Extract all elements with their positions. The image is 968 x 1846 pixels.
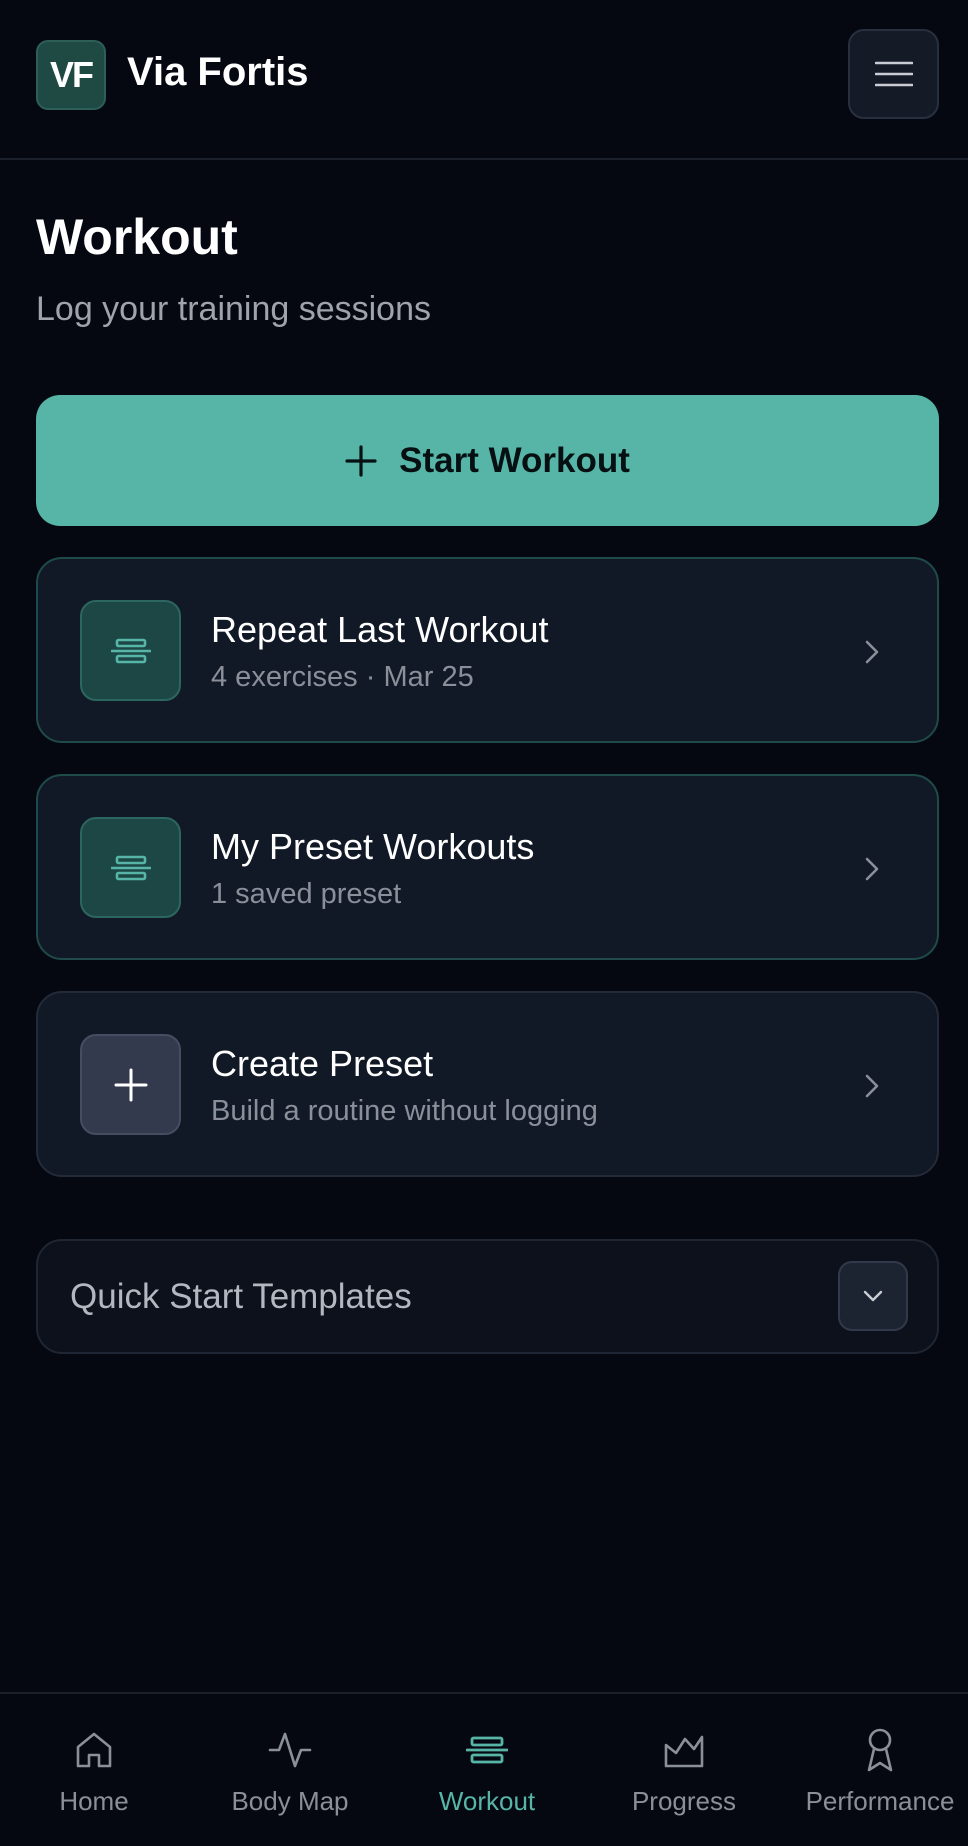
chevron-right-icon [857, 637, 887, 667]
card-title: Create Preset [211, 1043, 434, 1084]
expand-templates-button[interactable] [838, 1261, 908, 1331]
app-root: VF Via Fortis Workout Log your training … [0, 0, 968, 1846]
nav-item-home[interactable]: Home [4, 1726, 184, 1826]
logo-text: VF [49, 54, 94, 95]
chevron-right-icon [857, 854, 887, 884]
card-subtitle: 1 saved preset [211, 878, 402, 910]
chevron-down-icon [863, 1290, 883, 1302]
dumbbell-icon [110, 638, 151, 663]
nav-label: Workout [438, 1786, 536, 1816]
card-icon-box [80, 600, 181, 701]
start-workout-button[interactable]: Start Workout [36, 395, 939, 526]
repeat-last-workout-card[interactable]: Repeat Last Workout 4 exercises · Mar 25 [36, 557, 939, 743]
activity-icon [268, 1732, 312, 1768]
nav-item-progress[interactable]: Progress [594, 1726, 774, 1826]
top-bar: VF Via Fortis [0, 0, 968, 160]
menu-button[interactable] [848, 29, 939, 119]
dumbbell-icon [466, 1736, 508, 1764]
dumbbell-icon [110, 855, 151, 880]
home-icon [76, 1732, 112, 1768]
chevron-right-icon [857, 1071, 887, 1101]
page-title: Workout [36, 209, 238, 265]
start-workout-label: Start Workout [399, 440, 630, 480]
create-preset-card[interactable]: Create Preset Build a routine without lo… [36, 991, 939, 1177]
nav-label: Home [59, 1786, 129, 1816]
quick-start-templates-section[interactable]: Quick Start Templates [36, 1239, 939, 1354]
nav-item-workout[interactable]: Workout [397, 1726, 577, 1826]
plus-icon [345, 444, 377, 477]
nav-label: Progress [631, 1786, 737, 1816]
card-icon-box [80, 1034, 181, 1135]
card-subtitle: 4 exercises · Mar 25 [211, 661, 474, 693]
card-subtitle: Build a routine without logging [211, 1095, 598, 1127]
hamburger-icon [874, 61, 913, 87]
app-logo[interactable]: VF [36, 40, 106, 110]
chart-area-icon [664, 1735, 704, 1768]
my-preset-workouts-card[interactable]: My Preset Workouts 1 saved preset [36, 774, 939, 960]
award-icon [867, 1728, 893, 1772]
nav-item-body-map[interactable]: Body Map [200, 1726, 380, 1826]
page-subtitle: Log your training sessions [36, 290, 432, 328]
card-icon-box [80, 817, 181, 918]
nav-item-performance[interactable]: Performance [790, 1726, 968, 1826]
quick-start-templates-label: Quick Start Templates [70, 1277, 412, 1316]
plus-icon [114, 1068, 147, 1101]
card-title: My Preset Workouts [211, 826, 535, 867]
card-title: Repeat Last Workout [211, 609, 549, 650]
bottom-nav: Home Body Map Workout Progress Performan… [0, 1692, 968, 1846]
nav-label: Performance [805, 1786, 955, 1816]
app-title: Via Fortis [127, 50, 309, 94]
nav-label: Body Map [231, 1786, 349, 1816]
